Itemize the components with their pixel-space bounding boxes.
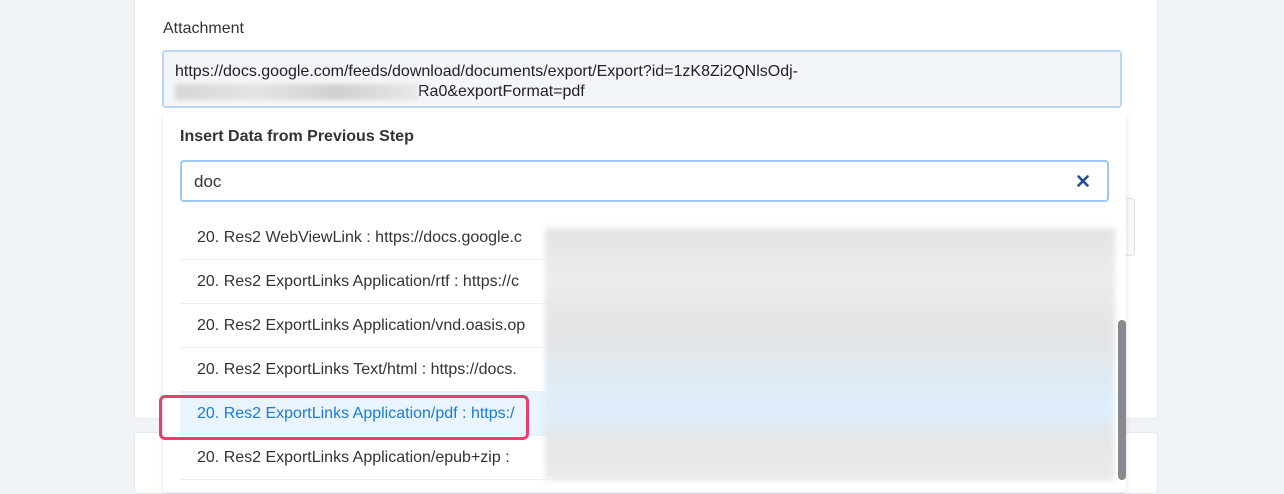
search-box [180, 160, 1109, 202]
url-line-2: Ra0&exportFormat=pdf [175, 82, 1109, 102]
scrollbar[interactable] [1118, 320, 1126, 480]
redacted-segment [175, 84, 418, 100]
attachment-label: Attachment [163, 20, 244, 37]
clear-icon[interactable] [1073, 171, 1093, 191]
attachment-url-field[interactable]: https://docs.google.com/feeds/download/d… [162, 50, 1122, 108]
redaction-blur [545, 228, 1115, 480]
url-line-1: https://docs.google.com/feeds/download/d… [175, 63, 798, 80]
annotation-highlight-box [159, 395, 529, 440]
dropdown-header: Insert Data from Previous Step [180, 128, 414, 145]
url-line-2-suffix: Ra0&exportFormat=pdf [418, 83, 585, 100]
search-input[interactable] [194, 171, 1054, 193]
